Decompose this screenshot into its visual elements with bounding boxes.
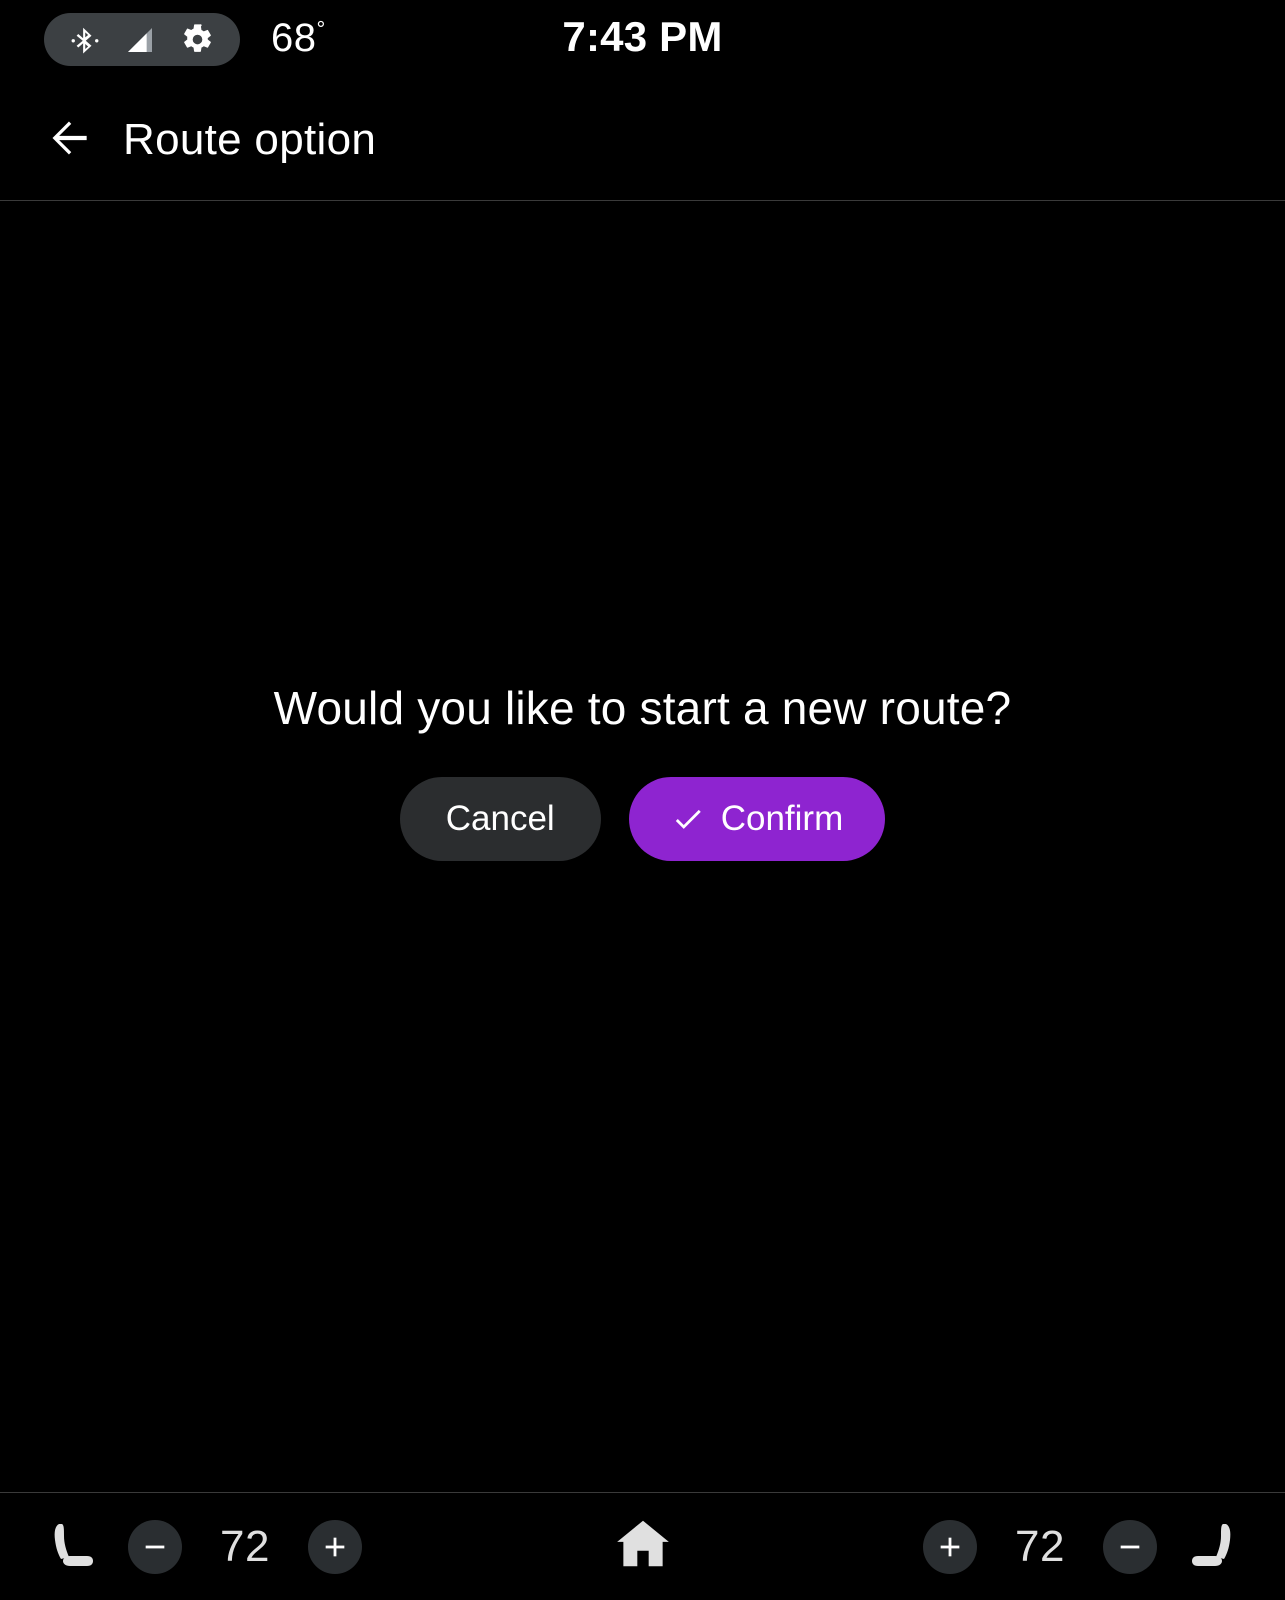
check-icon: [671, 802, 705, 836]
bottom-bar: 72 72: [0, 1493, 1285, 1600]
home-button[interactable]: [603, 1507, 683, 1587]
dialog-message: Would you like to start a new route?: [273, 682, 1012, 734]
status-bar: 68° 7:43 PM: [0, 0, 1285, 80]
cancel-button[interactable]: Cancel: [399, 777, 601, 861]
confirm-button[interactable]: Confirm: [628, 777, 886, 861]
route-confirmation-dialog: Would you like to start a new route? Can…: [0, 681, 1285, 861]
driver-temperature-value: 72: [220, 1521, 270, 1571]
driver-climate-controls: 72: [38, 1514, 362, 1580]
driver-temp-increase-button[interactable]: [308, 1519, 362, 1574]
arrow-left-icon: [45, 113, 95, 168]
main-content: Would you like to start a new route? Can…: [0, 201, 1285, 1492]
home-icon: [612, 1513, 674, 1580]
confirm-button-label: Confirm: [720, 799, 844, 838]
passenger-climate-controls: 72: [923, 1514, 1247, 1580]
passenger-temp-increase-button[interactable]: [923, 1519, 977, 1574]
back-button[interactable]: [25, 95, 115, 185]
clock: 7:43 PM: [562, 13, 723, 60]
page-header: Route option: [0, 80, 1285, 200]
cancel-button-label: Cancel: [445, 799, 555, 838]
passenger-temp-decrease-button[interactable]: [1103, 1519, 1157, 1574]
seat-heater-icon-left[interactable]: [38, 1514, 100, 1580]
driver-temp-decrease-button[interactable]: [128, 1519, 182, 1574]
dialog-actions: Cancel Confirm: [399, 777, 886, 861]
page-title: Route option: [123, 115, 377, 164]
seat-heater-icon-right[interactable]: [1185, 1514, 1247, 1580]
passenger-temperature-value: 72: [1015, 1521, 1065, 1571]
